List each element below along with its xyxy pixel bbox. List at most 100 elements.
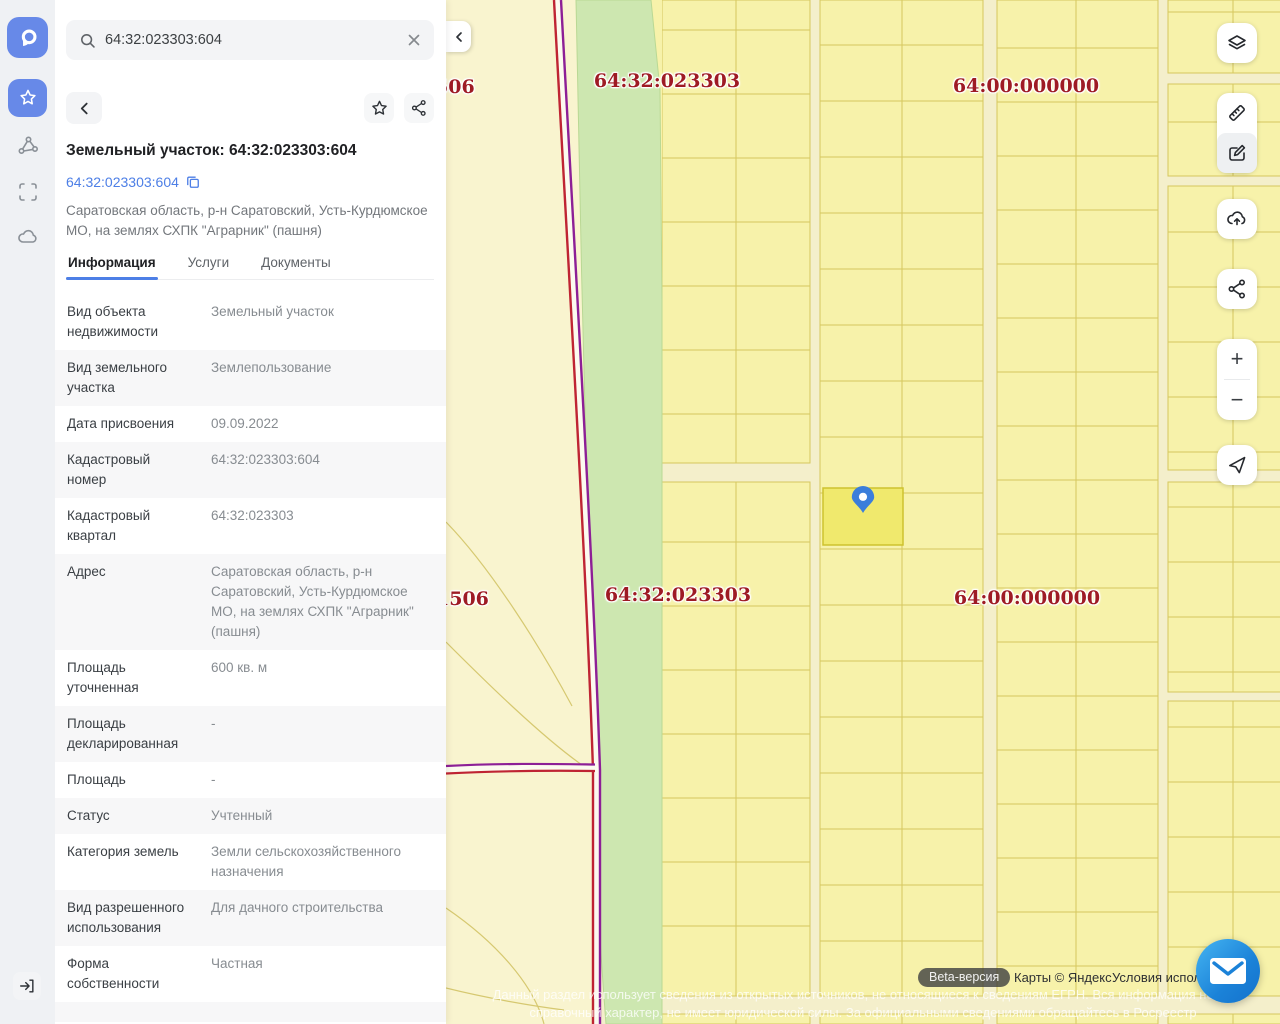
sidebar-item-geoprocessing[interactable] <box>8 127 47 165</box>
app-logo-icon <box>21 29 36 46</box>
locate-control <box>1217 445 1257 485</box>
row-label: Кадастровый номер <box>67 452 151 487</box>
share-control <box>1217 269 1257 309</box>
locate-button[interactable] <box>1217 445 1257 485</box>
beta-badge: Beta-версия <box>918 968 1011 987</box>
row-label: Кадастровый квартал <box>67 508 151 543</box>
mail-icon <box>1210 958 1246 984</box>
app-logo[interactable] <box>7 17 48 58</box>
app-window: 506 64:32:023303 64:00:000000 1506 64:32… <box>0 0 1280 1024</box>
row-label: Форма собственности <box>67 956 160 991</box>
favorites-star-icon <box>19 89 36 105</box>
cloud-icon <box>17 229 37 243</box>
quarter-label-kvartal-top: 64:32:023303 <box>593 70 741 92</box>
search-icon <box>81 33 95 48</box>
table-row: Дата присвоения 09.09.2022 <box>55 406 446 442</box>
upload-control <box>1217 199 1257 239</box>
table-row: Адрес Саратовская область, р-н Саратовски… <box>55 554 446 650</box>
table-row: Кадастровый номер 64:32:023303:604 <box>55 442 446 498</box>
cloud-upload-icon <box>1227 211 1246 226</box>
locate-arrow-icon <box>1229 456 1246 474</box>
table-row: Площадь - <box>55 762 446 798</box>
star-icon <box>371 100 387 115</box>
share-button[interactable] <box>404 93 434 123</box>
app-sidebar <box>0 0 55 1024</box>
table-row: Вид разрешенного использования Для дачног… <box>55 890 446 946</box>
zoom-out-button[interactable]: − <box>1217 380 1257 420</box>
quarter-label-506: 506 <box>446 76 475 98</box>
row-label: Вид объекта недвижимости <box>67 304 159 339</box>
row-label: Вид земельного участка <box>67 360 168 395</box>
panel-collapse-button[interactable] <box>446 21 471 52</box>
quarter-label-kvartal-mid: 64:32:023303 <box>604 584 752 606</box>
map-disclaimer-line2: справочный характер, не имеет юридическо… <box>529 1005 1197 1020</box>
layers-button[interactable] <box>1217 23 1257 63</box>
row-value: Для дачного строительства <box>211 900 384 915</box>
search-input[interactable] <box>105 32 398 48</box>
row-value: 64:32:023303 <box>211 508 294 523</box>
copy-button[interactable] <box>186 175 200 189</box>
clear-icon[interactable] <box>406 32 422 48</box>
map-share-button[interactable] <box>1217 269 1257 309</box>
quarter-label-1506: 1506 <box>446 588 489 610</box>
exit-button[interactable] <box>13 972 41 1000</box>
attributes-table: Вид объекта недвижимости Земельный участо… <box>55 294 446 1022</box>
ruler-icon <box>1229 105 1245 121</box>
tab-information[interactable]: Информация <box>66 255 158 280</box>
table-row-peek <box>55 1002 446 1022</box>
district-label-top: 64:00:000000 <box>952 75 1100 97</box>
tab-services[interactable]: Услуги <box>186 255 232 279</box>
map-copyright[interactable]: Карты © Яндекс <box>1014 970 1112 985</box>
draw-edit-button[interactable] <box>1217 133 1257 173</box>
upload-button[interactable] <box>1217 199 1257 239</box>
cadastral-map[interactable]: 506 64:32:023303 64:00:000000 1506 64:32… <box>446 0 1280 1024</box>
row-value: 09.09.2022 <box>211 416 279 431</box>
collapse-chevron-icon <box>455 31 462 42</box>
map-canvas <box>446 0 1280 1024</box>
favorite-button[interactable] <box>364 93 394 123</box>
row-value: Частная <box>211 956 263 971</box>
select-area-icon <box>18 183 37 201</box>
row-label: Площадь уточненная <box>67 660 139 695</box>
table-row: Вид объекта недвижимости Земельный участо… <box>55 294 446 350</box>
tools-control <box>1217 93 1257 173</box>
row-label: Вид разрешенного использования <box>67 900 185 935</box>
sidebar-item-select-area[interactable] <box>8 173 47 211</box>
zoom-in-icon: + <box>1230 346 1244 371</box>
row-label: Площадь <box>67 772 126 787</box>
table-row: Форма собственности Частная <box>55 946 446 1002</box>
geo-network-icon <box>17 136 38 155</box>
table-row: Вид земельного участка Землепользование <box>55 350 446 406</box>
edit-icon <box>1229 144 1246 161</box>
row-label: Статус <box>67 808 110 823</box>
tab-bar: Информация Услуги Документы <box>66 255 434 280</box>
row-value: 600 кв. м <box>211 660 268 675</box>
parcel-grid <box>661 0 1280 1024</box>
zoom-control: + − <box>1217 339 1257 420</box>
table-row: Статус Учтенный <box>55 798 446 834</box>
layers-control[interactable] <box>1217 23 1257 63</box>
row-value: Земли сельскохозяйственного назначения <box>211 844 402 879</box>
table-row: Площадь декларированная - <box>55 706 446 762</box>
row-label: Адрес <box>67 564 106 579</box>
page-title: Земельный участок: 64:32:023303:604 <box>66 142 357 159</box>
copy-icon <box>186 176 199 188</box>
back-button[interactable] <box>66 92 102 124</box>
cadastral-number-link[interactable]: 64:32:023303:604 <box>66 174 179 190</box>
table-row: Площадь уточненная 600 кв. м <box>55 650 446 706</box>
back-icon <box>80 102 88 114</box>
row-value: 64:32:023303:604 <box>211 452 320 467</box>
row-value: - <box>211 772 216 787</box>
row-value: Саратовская область, р-н Саратовский, Ус… <box>211 564 414 639</box>
sidebar-item-favorites[interactable] <box>8 79 47 117</box>
row-value: Земельный участок <box>211 304 334 319</box>
sidebar-item-cloud[interactable] <box>8 218 47 256</box>
zoom-in-button[interactable]: + <box>1217 339 1257 379</box>
chat-button[interactable] <box>1196 939 1260 1003</box>
row-value: Учтенный <box>211 808 273 823</box>
tab-documents[interactable]: Документы <box>259 255 333 279</box>
share-icon <box>411 100 426 116</box>
search-bar <box>66 20 434 60</box>
layers-icon <box>1228 35 1246 50</box>
measure-button[interactable] <box>1217 93 1257 133</box>
